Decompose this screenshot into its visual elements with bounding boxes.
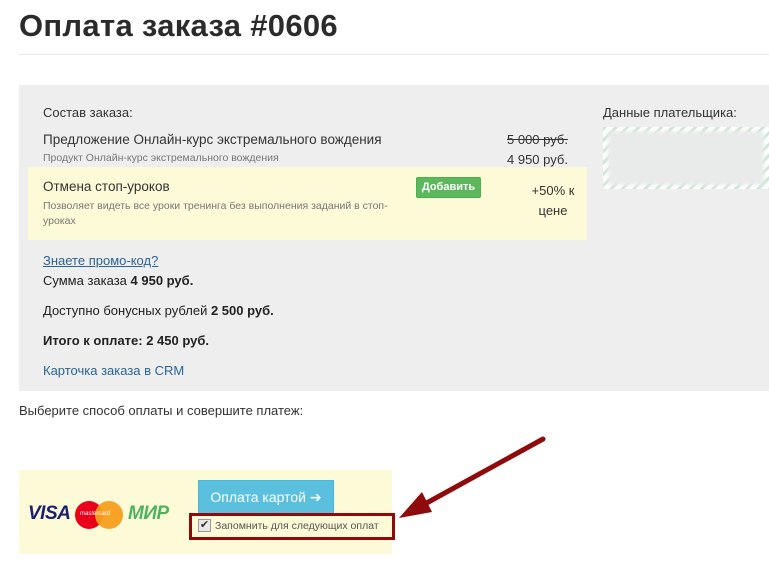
mastercard-wordmark: mastercard [80,511,111,517]
offer-subtitle: Продукт Онлайн-курс экстремального вожде… [43,152,279,164]
arrow-shaft [420,436,546,508]
price-new: 4 950 руб. [507,152,568,167]
order-composition-label: Состав заказа: [43,105,133,120]
add-upsell-button[interactable]: Добавить [416,177,481,198]
mastercard-logo: mastercard [75,501,125,529]
visa-logo: VISA [28,503,71,524]
payment-method-block: VISA mastercard МИР Оплата картой ➔ ✔ За… [19,470,395,554]
crm-order-card-link[interactable]: Карточка заказа в CRM [43,363,184,378]
arrow-head [399,492,432,518]
order-sum-value: 4 950 руб. [130,273,194,288]
upsell-discount: +50% к цене [518,181,588,221]
payer-data-redacted [608,131,764,185]
offer-title: Предложение Онлайн-курс экстремального в… [43,132,382,147]
bonus-label: Доступно бонусных рублей [43,303,211,318]
remember-card-checkbox[interactable]: ✔ [198,519,211,532]
payment-prompt: Выберите способ оплаты и совершите плате… [19,403,304,418]
order-panel: Состав заказа: Предложение Онлайн-курс э… [19,85,769,391]
page-title: Оплата заказа #0606 [19,8,338,43]
payment-logos: VISA mastercard МИР [28,501,180,529]
order-total: Итого к оплате: 2 450 руб. [43,333,209,348]
pay-by-card-button[interactable]: Оплата картой ➔ [198,480,334,515]
payer-data-box [603,127,769,189]
upsell-discount-line1: +50% к [531,183,575,198]
order-sum: Сумма заказа 4 950 руб. [43,273,193,288]
title-divider [19,54,769,55]
payer-data-label: Данные плательщика: [603,105,737,120]
upsell-row: Отмена стоп-уроков Позволяет видеть все … [28,167,587,240]
remember-card-row: ✔ Запомнить для следующих оплат [189,513,395,540]
bonus-available: Доступно бонусных рублей 2 500 руб. [43,303,274,318]
order-sum-label: Сумма заказа [43,273,131,288]
mir-logo: МИР [128,503,169,524]
bonus-value: 2 500 руб. [210,303,274,318]
upsell-discount-line2: цене [538,203,568,218]
promo-code-link[interactable]: Знаете промо-код? [43,253,158,268]
upsell-description: Позволяет видеть все уроки тренинга без … [43,200,388,227]
remember-card-label[interactable]: Запомнить для следующих оплат [215,520,379,532]
upsell-title: Отмена стоп-уроков [43,179,170,194]
price-old: 5 000 руб. [507,132,568,147]
